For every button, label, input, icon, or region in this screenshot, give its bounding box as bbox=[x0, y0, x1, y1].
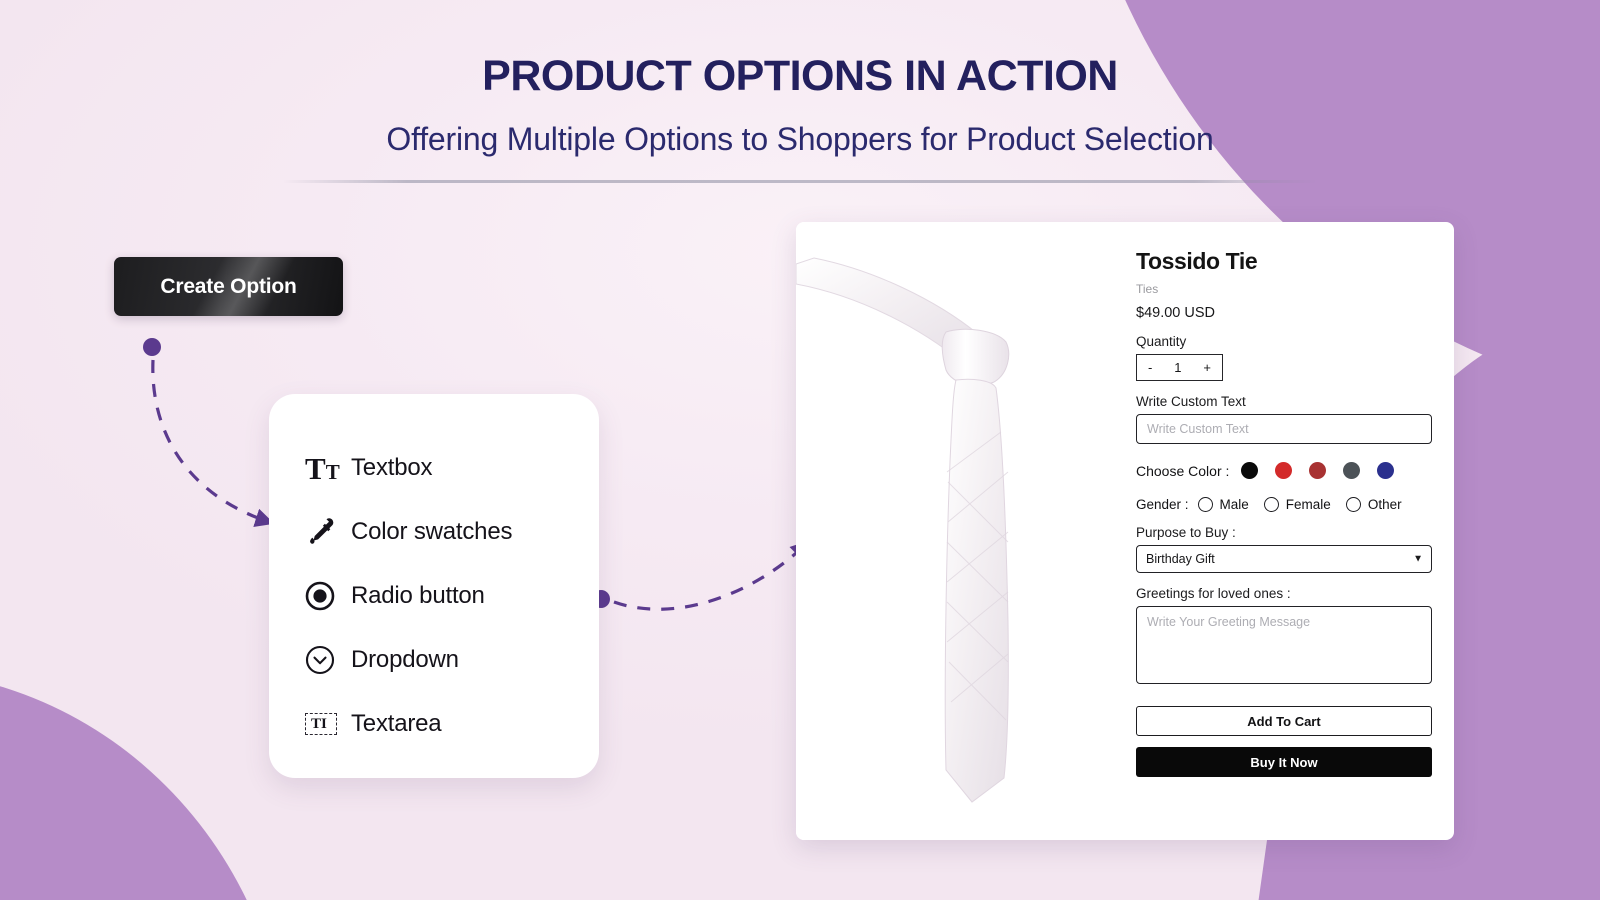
color-swatch-dark-red[interactable] bbox=[1309, 462, 1327, 479]
option-type-color-swatches[interactable]: Color swatches bbox=[269, 500, 599, 564]
quantity-value: 1 bbox=[1174, 360, 1182, 375]
quantity-decrement-button[interactable]: - bbox=[1148, 360, 1152, 375]
greeting-label: Greetings for loved ones : bbox=[1136, 586, 1291, 601]
greeting-textarea[interactable] bbox=[1136, 606, 1432, 684]
color-swatch-red[interactable] bbox=[1275, 462, 1293, 479]
radio-icon[interactable] bbox=[1345, 497, 1361, 512]
option-type-textarea[interactable]: TI Textarea bbox=[269, 692, 599, 756]
option-type-label: Radio button bbox=[351, 582, 485, 609]
gender-option-other[interactable]: Other bbox=[1345, 497, 1402, 512]
product-title: Tossido Tie bbox=[1136, 248, 1258, 274]
product-preview-card: Tossido Tie Ties $49.00 USD Quantity - 1… bbox=[796, 222, 1454, 840]
color-swatch-navy[interactable] bbox=[1377, 462, 1395, 479]
purpose-label: Purpose to Buy : bbox=[1136, 525, 1236, 540]
quantity-label: Quantity bbox=[1136, 334, 1187, 349]
add-to-cart-button[interactable]: Add To Cart bbox=[1136, 706, 1432, 736]
radio-icon[interactable] bbox=[1263, 497, 1279, 512]
option-type-label: Textbox bbox=[351, 454, 433, 481]
product-info-panel: Tossido Tie Ties $49.00 USD Quantity - 1… bbox=[1114, 222, 1454, 840]
gender-option-male[interactable]: Male bbox=[1197, 497, 1249, 512]
color-swatch-black[interactable] bbox=[1241, 462, 1259, 479]
choose-color-label: Choose Color : bbox=[1136, 462, 1230, 479]
purpose-select[interactable]: Birthday Gift bbox=[1136, 545, 1432, 573]
option-type-label: Dropdown bbox=[351, 646, 459, 673]
gender-option-label: Female bbox=[1285, 497, 1331, 512]
gender-option-female[interactable]: Female bbox=[1263, 497, 1331, 512]
color-swatch-row: Choose Color : bbox=[1136, 462, 1432, 479]
page-subtitle: Offering Multiple Options to Shoppers fo… bbox=[386, 121, 1214, 158]
gender-option-label: Other bbox=[1367, 497, 1402, 512]
color-swatch-gray[interactable] bbox=[1343, 462, 1361, 479]
custom-text-label: Write Custom Text bbox=[1136, 394, 1246, 409]
quantity-increment-button[interactable]: + bbox=[1203, 360, 1211, 375]
header-divider bbox=[282, 180, 1318, 184]
product-vendor: Ties bbox=[1136, 282, 1159, 296]
option-type-dropdown[interactable]: Dropdown bbox=[269, 628, 599, 692]
page-title: PRODUCT OPTIONS IN ACTION bbox=[482, 52, 1118, 100]
gender-option-label: Male bbox=[1219, 497, 1249, 512]
eyedropper-icon bbox=[305, 516, 351, 548]
page-header: PRODUCT OPTIONS IN ACTION Offering Multi… bbox=[0, 0, 1600, 184]
gender-label: Gender : bbox=[1136, 497, 1189, 512]
option-type-textbox[interactable]: TT Textbox bbox=[269, 436, 599, 500]
buy-it-now-button[interactable]: Buy It Now bbox=[1136, 747, 1432, 777]
product-price: $49.00 USD bbox=[1136, 305, 1215, 321]
custom-text-input[interactable] bbox=[1136, 414, 1432, 444]
gender-radio-row: Gender : Male Female Other bbox=[1136, 497, 1432, 512]
quantity-stepper[interactable]: - 1 + bbox=[1136, 354, 1223, 381]
option-type-label: Color swatches bbox=[351, 518, 513, 545]
radio-icon[interactable] bbox=[1197, 497, 1213, 512]
chevron-down-circle-icon bbox=[305, 645, 351, 675]
text-cursor-icon: TI bbox=[305, 712, 351, 736]
option-type-label: Textarea bbox=[351, 710, 442, 737]
option-types-card: TT Textbox Color swatches Radio button D… bbox=[269, 394, 599, 778]
text-format-icon: TT bbox=[305, 450, 340, 486]
create-option-button[interactable]: Create Option bbox=[114, 257, 343, 316]
option-type-radio-button[interactable]: Radio button bbox=[269, 564, 599, 628]
radio-filled-icon bbox=[305, 581, 351, 611]
purpose-select-wrapper: Birthday Gift ▼ bbox=[1136, 545, 1432, 573]
product-image bbox=[796, 222, 1114, 840]
